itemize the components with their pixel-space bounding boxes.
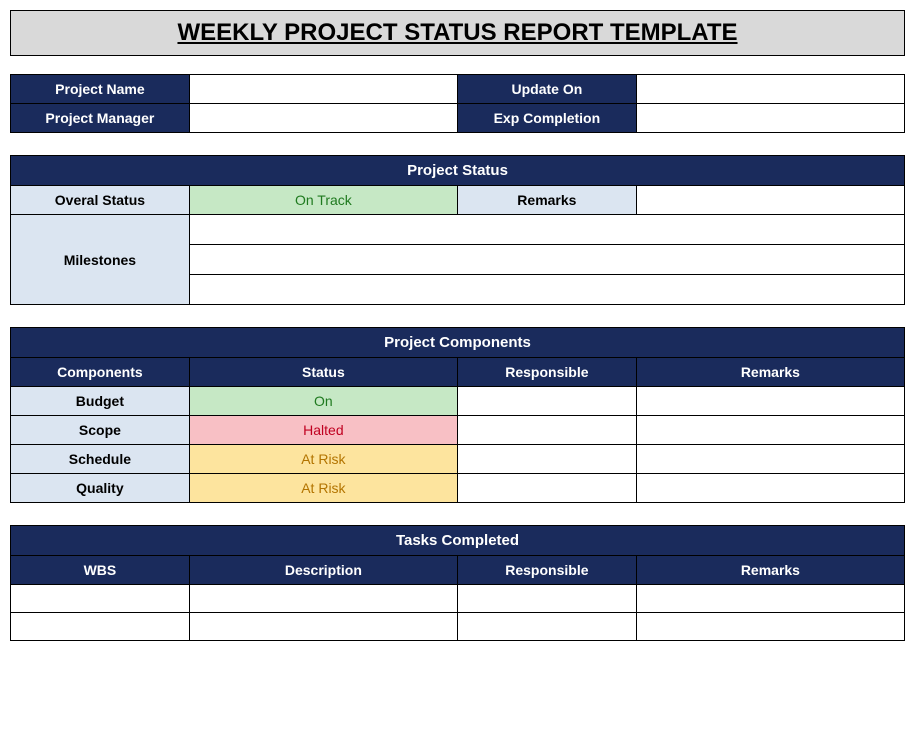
component-status[interactable]: On <box>189 387 457 416</box>
component-row: ScopeHalted <box>11 416 905 445</box>
task-row <box>11 613 905 641</box>
project-components-table: Project Components Components Status Res… <box>10 327 905 503</box>
milestone-row-0[interactable] <box>189 215 904 245</box>
component-remarks[interactable] <box>636 445 904 474</box>
milestone-row-1[interactable] <box>189 245 904 275</box>
component-remarks[interactable] <box>636 474 904 503</box>
component-responsible[interactable] <box>457 416 636 445</box>
component-status[interactable]: Halted <box>189 416 457 445</box>
tasks-completed-table: Tasks Completed WBS Description Responsi… <box>10 525 905 641</box>
component-status[interactable]: At Risk <box>189 445 457 474</box>
project-status-table: Project Status Overal Status On Track Re… <box>10 155 905 305</box>
milestone-row-2[interactable] <box>189 275 904 305</box>
task-responsible[interactable] <box>457 585 636 613</box>
overall-status-label: Overal Status <box>11 186 190 215</box>
component-row: QualityAt Risk <box>11 474 905 503</box>
project-manager-value[interactable] <box>189 104 457 133</box>
project-name-label: Project Name <box>11 75 190 104</box>
task-wbs[interactable] <box>11 613 190 641</box>
component-name: Scope <box>11 416 190 445</box>
task-description[interactable] <box>189 585 457 613</box>
col-status: Status <box>189 358 457 387</box>
component-name: Schedule <box>11 445 190 474</box>
task-remarks[interactable] <box>636 585 904 613</box>
component-responsible[interactable] <box>457 445 636 474</box>
exp-completion-label: Exp Completion <box>457 104 636 133</box>
tasks-completed-header: Tasks Completed <box>11 526 905 556</box>
project-name-value[interactable] <box>189 75 457 104</box>
remarks-label: Remarks <box>457 186 636 215</box>
component-name: Budget <box>11 387 190 416</box>
exp-completion-value[interactable] <box>636 104 904 133</box>
col-remarks: Remarks <box>636 358 904 387</box>
col-wbs: WBS <box>11 556 190 585</box>
component-name: Quality <box>11 474 190 503</box>
component-row: BudgetOn <box>11 387 905 416</box>
project-status-header: Project Status <box>11 156 905 186</box>
component-remarks[interactable] <box>636 416 904 445</box>
task-remarks[interactable] <box>636 613 904 641</box>
col-components: Components <box>11 358 190 387</box>
project-components-header: Project Components <box>11 328 905 358</box>
task-row <box>11 585 905 613</box>
milestones-label: Milestones <box>11 215 190 305</box>
col-remarks-tasks: Remarks <box>636 556 904 585</box>
col-responsible: Responsible <box>457 358 636 387</box>
col-description: Description <box>189 556 457 585</box>
component-responsible[interactable] <box>457 474 636 503</box>
report-title: WEEKLY PROJECT STATUS REPORT TEMPLATE <box>10 10 905 56</box>
task-responsible[interactable] <box>457 613 636 641</box>
remarks-value[interactable] <box>636 186 904 215</box>
overall-status-value[interactable]: On Track <box>189 186 457 215</box>
component-remarks[interactable] <box>636 387 904 416</box>
task-description[interactable] <box>189 613 457 641</box>
component-status[interactable]: At Risk <box>189 474 457 503</box>
info-table: Project Name Update On Project Manager E… <box>10 74 905 133</box>
component-responsible[interactable] <box>457 387 636 416</box>
component-row: ScheduleAt Risk <box>11 445 905 474</box>
update-on-label: Update On <box>457 75 636 104</box>
task-wbs[interactable] <box>11 585 190 613</box>
project-manager-label: Project Manager <box>11 104 190 133</box>
update-on-value[interactable] <box>636 75 904 104</box>
col-responsible-tasks: Responsible <box>457 556 636 585</box>
